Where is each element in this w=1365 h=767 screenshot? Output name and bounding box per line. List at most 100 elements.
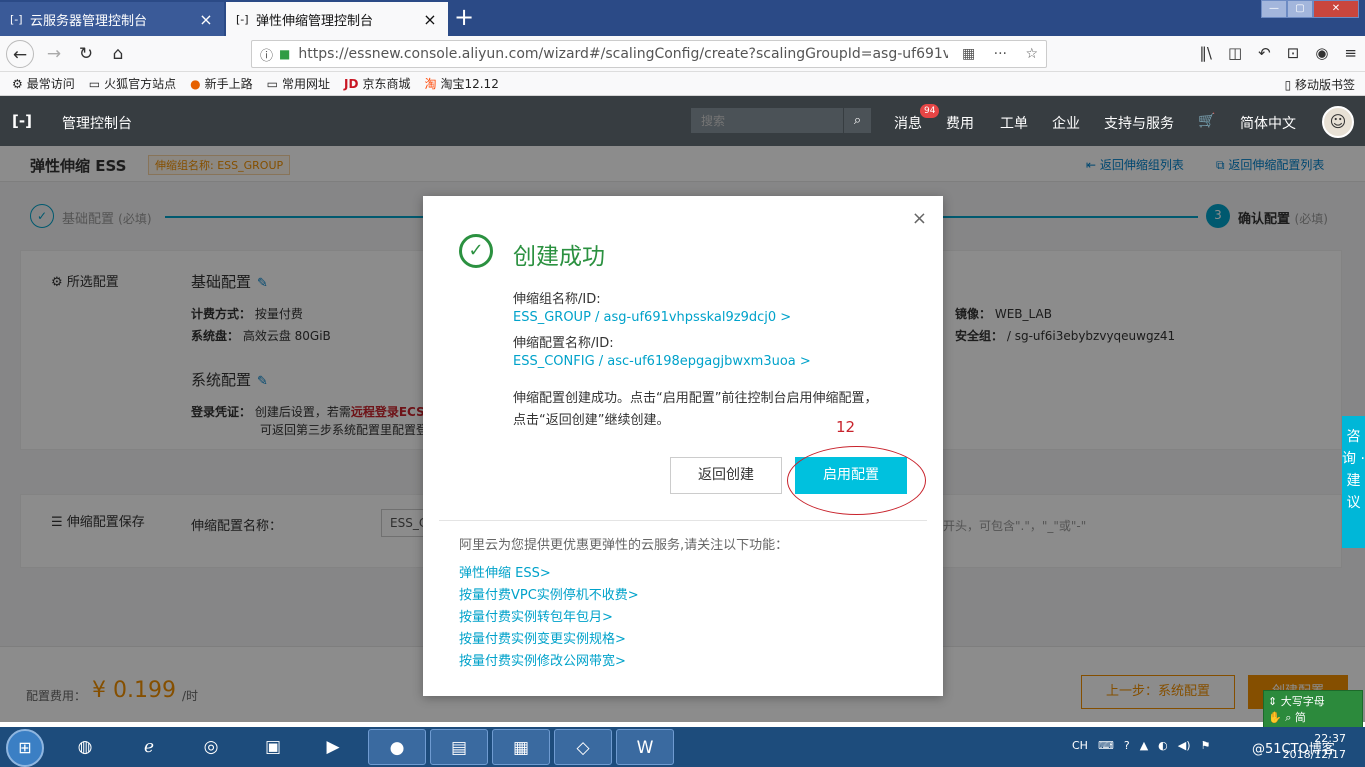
new-tab-icon[interactable]: + <box>454 3 474 31</box>
help-icon[interactable]: ? <box>1124 739 1130 752</box>
tray-lang[interactable]: CH <box>1072 739 1088 752</box>
menu-icon[interactable]: ≡ <box>1344 44 1357 62</box>
search-input[interactable] <box>691 108 843 133</box>
bookmark-star-icon[interactable]: ☆ <box>1025 46 1038 62</box>
tray-expand-icon[interactable]: ▲ <box>1140 739 1148 752</box>
player-icon[interactable]: ▶ <box>304 729 362 765</box>
bookmark-item[interactable]: ⚙ 最常访问 <box>12 75 75 92</box>
firefox-icon: ● <box>190 77 201 91</box>
hand-icon: ✋ <box>1268 711 1286 724</box>
nav-messages[interactable]: 消息 <box>894 113 922 133</box>
success-modal: × ✓ 创建成功 伸缩组名称/ID: ESS_GROUP / asg-uf691… <box>423 196 943 696</box>
tab-ecs-console[interactable]: [-] 云服务器管理控制台 × <box>0 2 224 36</box>
app-icon[interactable]: ◍ <box>56 729 114 765</box>
app-icon[interactable]: ◇ <box>554 729 612 765</box>
mobile-bookmarks[interactable]: ▯ 移动版书签 <box>1285 76 1355 93</box>
annotation-ellipse <box>787 446 926 515</box>
app-icon[interactable]: ◎ <box>182 729 240 765</box>
console-search: ⌕ <box>691 108 871 133</box>
bookmark-item[interactable]: ● 新手上路 <box>190 75 253 92</box>
close-icon[interactable]: × <box>912 208 927 229</box>
feedback-float[interactable]: 咨 询 · 建 议 <box>1342 416 1365 548</box>
nav-billing[interactable]: 费用 <box>946 113 974 133</box>
app-icon[interactable]: ▦ <box>492 729 550 765</box>
promo-link-subscription[interactable]: 按量付费实例转包年包月> <box>459 606 613 625</box>
browser-toolbar: ‖\ ◫ ↶ ⊡ ◉ ≡ <box>1183 44 1357 62</box>
tab-close-icon[interactable]: × <box>198 10 214 29</box>
promo-link-bandwidth[interactable]: 按量付费实例修改公网带宽> <box>459 650 626 669</box>
tray-app-icon[interactable]: ◐ <box>1158 739 1168 752</box>
search-icon: ⌕ <box>1285 711 1295 724</box>
system-tray: CH ⌨ ? ▲ ◐ ◀) ⚑ <box>1072 739 1220 752</box>
watermark: @51CTO博客 <box>1252 742 1335 757</box>
qrcode-icon[interactable]: ▦ <box>962 46 975 62</box>
annotation-number: 12 <box>836 418 856 436</box>
config-link[interactable]: ESS_CONFIG / asc-uf6198epgagjbwxm3uoa > <box>513 354 811 369</box>
firefox-icon[interactable]: ● <box>368 729 426 765</box>
bookmark-item[interactable]: ▭ 常用网址 <box>267 75 330 92</box>
maximize-icon[interactable]: ▢ <box>1287 0 1313 18</box>
tab-ess-console[interactable]: [-] 弹性伸缩管理控制台 × <box>226 2 448 36</box>
ie-icon[interactable]: ℯ <box>120 729 178 765</box>
bookmark-item[interactable]: 淘淘宝12.12 <box>424 75 498 92</box>
volume-icon[interactable]: ◀) <box>1178 739 1191 752</box>
promo-link-change-spec[interactable]: 按量付费实例变更实例规格> <box>459 628 626 647</box>
library-icon[interactable]: ‖\ <box>1199 44 1212 62</box>
group-link[interactable]: ESS_GROUP / asg-uf691vhpsskal9z9dcj0 > <box>513 310 791 325</box>
word-icon[interactable]: W <box>616 729 674 765</box>
page-actions-icon[interactable]: ··· <box>994 46 1007 62</box>
window-close-icon[interactable]: ✕ <box>1313 0 1359 18</box>
browser-tab-bar: [-] 云服务器管理控制台 × [-] 弹性伸缩管理控制台 × + — ▢ ✕ <box>0 0 1365 36</box>
forward-icon[interactable]: → <box>40 40 68 68</box>
bookmark-item[interactable]: ▭ 火狐官方站点 <box>89 75 176 92</box>
lock-icon: ■ <box>279 47 291 61</box>
back-create-button[interactable]: 返回创建 <box>670 457 782 494</box>
ime-caps-status: ⇕ 大写字母 <box>1268 695 1325 708</box>
back-icon[interactable]: ← <box>6 40 34 68</box>
reload-icon[interactable]: ↻ <box>72 40 100 68</box>
divider <box>439 520 927 521</box>
keyboard-icon[interactable]: ⌨ <box>1098 739 1114 752</box>
browser-nav-bar: ← → ↻ ⌂ ⓘ ■ https://essnew.console.aliyu… <box>0 36 1365 72</box>
url-text[interactable]: https://essnew.console.aliyun.com/wizard… <box>298 46 948 62</box>
undo-icon[interactable]: ↶ <box>1258 44 1271 62</box>
aliyun-logo-icon[interactable]: [-] <box>12 112 32 130</box>
bookmarks-bar: ⚙ 最常访问 ▭ 火狐官方站点 ● 新手上路 ▭ 常用网址 JD 京东商城 淘淘宝12.1… <box>0 72 1365 96</box>
minimize-icon[interactable]: — <box>1261 0 1287 18</box>
avatar[interactable]: ☺ <box>1322 106 1354 138</box>
address-bar[interactable]: ⓘ ■ https://essnew.console.aliyun.com/wi… <box>251 40 1047 68</box>
cart-icon[interactable]: 🛒 <box>1198 113 1215 129</box>
chat-icon[interactable]: ◉ <box>1315 44 1328 62</box>
group-label: 伸缩组名称/ID: <box>513 292 601 307</box>
info-icon[interactable]: ⓘ <box>260 45 273 64</box>
screenshot-icon[interactable]: ⊡ <box>1287 44 1300 62</box>
gear-icon: ⚙ <box>12 77 23 91</box>
tab-title: 弹性伸缩管理控制台 <box>256 13 374 29</box>
bookmark-item[interactable]: JD 京东商城 <box>344 75 410 92</box>
windows-taskbar: ⊞ ◍ ℯ ◎ ▣ ▶ ● ▤ ▦ ◇ W CH ⌨ ? ▲ ◐ ◀) ⚑ 22… <box>0 727 1365 767</box>
iqiyi-icon[interactable]: ▣ <box>244 729 302 765</box>
flag-icon[interactable]: ⚑ <box>1201 739 1211 752</box>
ime-arrow-icon: ⇕ <box>1268 695 1281 708</box>
modal-title: 创建成功 <box>513 244 605 270</box>
promo-link-ess[interactable]: 弹性伸缩 ESS> <box>459 562 551 581</box>
start-button-icon[interactable]: ⊞ <box>6 729 44 767</box>
tab-title: 云服务器管理控制台 <box>30 13 148 29</box>
search-icon[interactable]: ⌕ <box>843 108 871 133</box>
console-title[interactable]: 管理控制台 <box>62 113 132 133</box>
ime-mode: ✋ ⌕ 简 <box>1268 711 1306 724</box>
config-label: 伸缩配置名称/ID: <box>513 336 614 351</box>
nav-support[interactable]: 支持与服务 <box>1104 113 1174 133</box>
nav-language[interactable]: 简体中文 <box>1240 113 1296 133</box>
file-explorer-icon[interactable]: ▤ <box>430 729 488 765</box>
folder-icon: ▭ <box>266 77 278 91</box>
sidebar-icon[interactable]: ◫ <box>1228 44 1242 62</box>
ime-toolbar[interactable]: ⇕ 大写字母 ✋ ⌕ 简 <box>1263 690 1363 728</box>
mobile-icon: ▯ <box>1284 78 1295 92</box>
promo-link-vpc-stop[interactable]: 按量付费VPC实例停机不收费> <box>459 584 639 603</box>
nav-tickets[interactable]: 工单 <box>1000 113 1028 133</box>
tab-close-icon[interactable]: × <box>422 10 438 29</box>
home-icon[interactable]: ⌂ <box>104 40 132 68</box>
jd-icon: JD <box>344 77 359 91</box>
nav-enterprise[interactable]: 企业 <box>1052 113 1080 133</box>
